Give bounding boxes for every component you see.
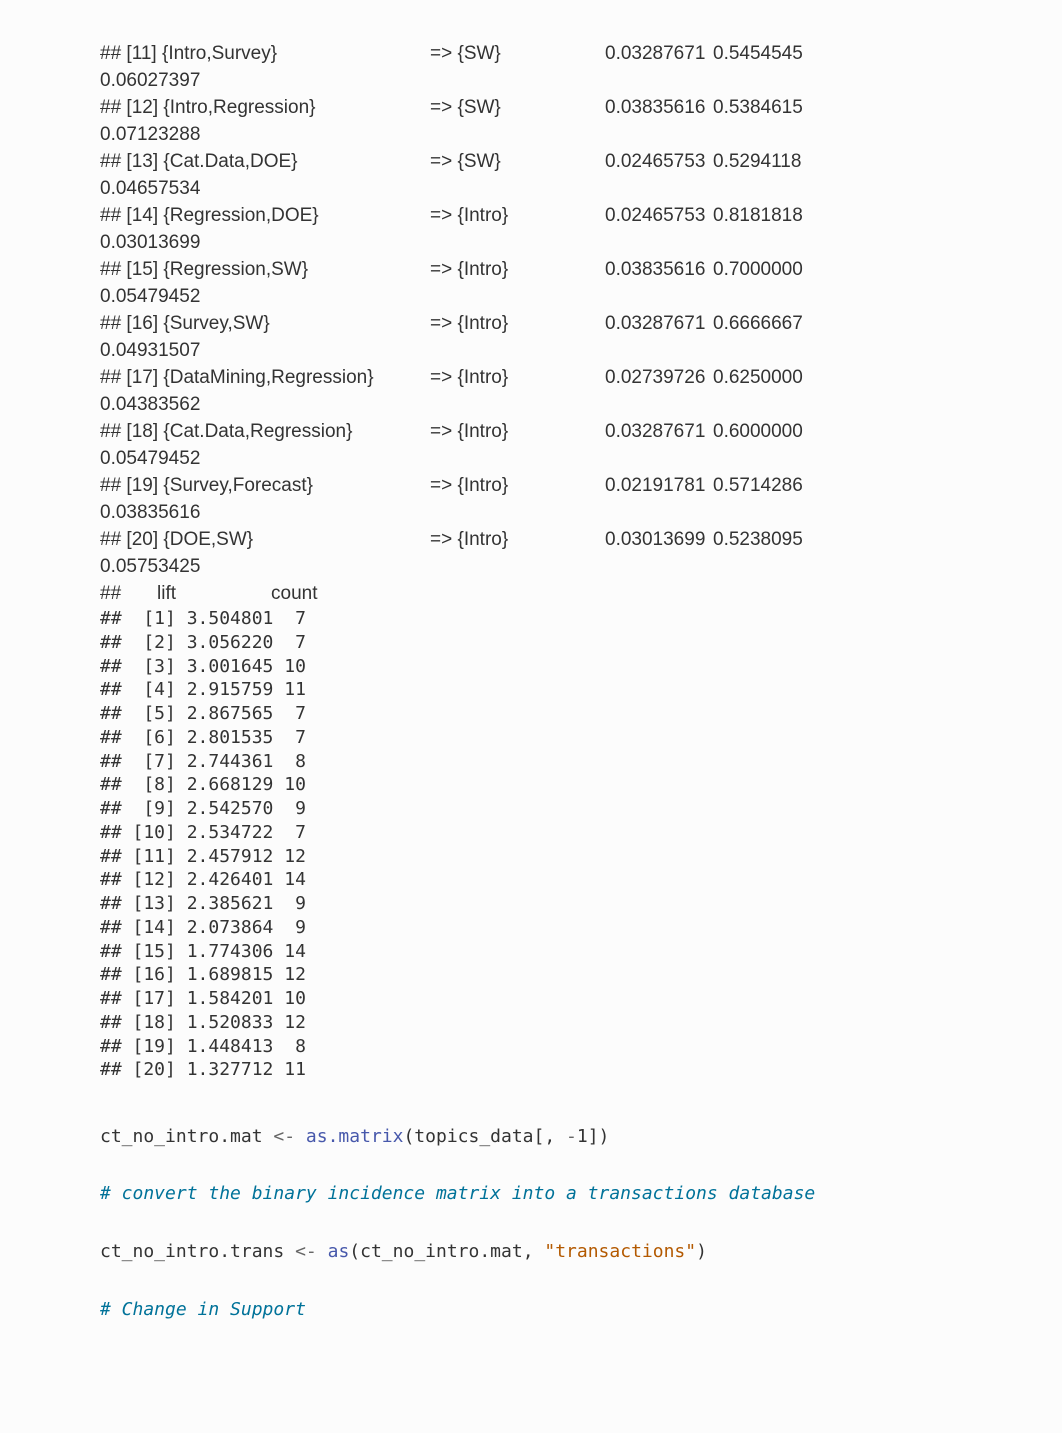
rule-rhs: => {Intro}	[430, 310, 605, 338]
rule-coverage: 0.05753425	[100, 553, 962, 580]
rule-rhs: => {Intro}	[430, 256, 605, 284]
lift-table-body: ## [1] 3.504801 7 ## [2] 3.056220 7 ## […	[100, 607, 962, 1082]
code-comment-2: # Change in Support	[100, 1299, 306, 1320]
rule-rhs: => {SW}	[430, 148, 605, 176]
rule-lhs: ## [13] {Cat.Data,DOE}	[100, 148, 430, 176]
rule-confidence: 0.5238095	[713, 526, 803, 554]
rule-confidence: 0.5454545	[713, 40, 803, 68]
rule-row: ## [11] {Intro,Survey}=> {SW}0.032876710…	[100, 40, 962, 67]
rule-coverage: 0.06027397	[100, 67, 962, 94]
code-line-2: ct_no_intro.trans <- as(ct_no_intro.mat,…	[100, 1241, 707, 1262]
rule-row: ## [18] {Cat.Data,Regression}=> {Intro}0…	[100, 418, 962, 445]
rule-support: 0.03287671	[605, 310, 713, 338]
rule-support: 0.03287671	[605, 418, 713, 446]
header-hash: ##	[100, 580, 157, 608]
rule-lhs: ## [17] {DataMining,Regression}	[100, 364, 430, 392]
rule-confidence: 0.5294118	[713, 148, 801, 176]
rule-row: ## [15] {Regression,SW}=> {Intro}0.03835…	[100, 256, 962, 283]
rules-output-block: ## [11] {Intro,Survey}=> {SW}0.032876710…	[100, 40, 962, 580]
rule-coverage: 0.04657534	[100, 175, 962, 202]
rule-lhs: ## [18] {Cat.Data,Regression}	[100, 418, 430, 446]
rule-confidence: 0.5714286	[713, 472, 803, 500]
code-block: ct_no_intro.mat <- as.matrix(topics_data…	[100, 1094, 962, 1353]
rule-confidence: 0.8181818	[713, 202, 803, 230]
rule-coverage: 0.05479452	[100, 283, 962, 310]
rule-row: ## [14] {Regression,DOE}=> {Intro}0.0246…	[100, 202, 962, 229]
rule-support: 0.02465753	[605, 148, 713, 176]
rule-support: 0.03287671	[605, 40, 713, 68]
rule-support: 0.03835616	[605, 94, 713, 122]
rule-confidence: 0.6666667	[713, 310, 803, 338]
rule-row: ## [19] {Survey,Forecast}=> {Intro}0.021…	[100, 472, 962, 499]
rule-rhs: => {Intro}	[430, 418, 605, 446]
rule-coverage: 0.04931507	[100, 337, 962, 364]
rule-support: 0.02739726	[605, 364, 713, 392]
rule-rhs: => {Intro}	[430, 526, 605, 554]
rule-support: 0.03835616	[605, 256, 713, 284]
rule-row: ## [17] {DataMining,Regression}=> {Intro…	[100, 364, 962, 391]
rule-rhs: => {Intro}	[430, 472, 605, 500]
rule-coverage: 0.04383562	[100, 391, 962, 418]
code-line-1: ct_no_intro.mat <- as.matrix(topics_data…	[100, 1126, 609, 1147]
rule-rhs: => {Intro}	[430, 364, 605, 392]
rule-lhs: ## [19] {Survey,Forecast}	[100, 472, 430, 500]
rule-row: ## [16] {Survey,SW}=> {Intro}0.032876710…	[100, 310, 962, 337]
rule-lhs: ## [20] {DOE,SW}	[100, 526, 430, 554]
rule-confidence: 0.7000000	[713, 256, 803, 284]
rule-lhs: ## [12] {Intro,Regression}	[100, 94, 430, 122]
document-page: ## [11] {Intro,Survey}=> {SW}0.032876710…	[0, 0, 1062, 1433]
rule-rhs: => {SW}	[430, 94, 605, 122]
rule-confidence: 0.6000000	[713, 418, 803, 446]
rule-lhs: ## [14] {Regression,DOE}	[100, 202, 430, 230]
rule-rhs: => {SW}	[430, 40, 605, 68]
rule-confidence: 0.5384615	[713, 94, 803, 122]
rule-confidence: 0.6250000	[713, 364, 803, 392]
rule-support: 0.02191781	[605, 472, 713, 500]
rule-row: ## [13] {Cat.Data,DOE}=> {SW}0.024657530…	[100, 148, 962, 175]
rule-support: 0.02465753	[605, 202, 713, 230]
header-count: count	[271, 580, 317, 608]
rule-lhs: ## [11] {Intro,Survey}	[100, 40, 430, 68]
rule-lhs: ## [15] {Regression,SW}	[100, 256, 430, 284]
rule-coverage: 0.07123288	[100, 121, 962, 148]
rule-coverage: 0.03013699	[100, 229, 962, 256]
rule-support: 0.03013699	[605, 526, 713, 554]
code-comment-1: # convert the binary incidence matrix in…	[100, 1183, 815, 1204]
rule-row: ## [12] {Intro,Regression}=> {SW}0.03835…	[100, 94, 962, 121]
rule-coverage: 0.05479452	[100, 445, 962, 472]
header-lift: lift	[157, 580, 271, 608]
rule-rhs: => {Intro}	[430, 202, 605, 230]
rule-row: ## [20] {DOE,SW}=> {Intro}0.030136990.52…	[100, 526, 962, 553]
rule-lhs: ## [16] {Survey,SW}	[100, 310, 430, 338]
rule-coverage: 0.03835616	[100, 499, 962, 526]
lift-table-header: ## lift count	[100, 580, 962, 607]
